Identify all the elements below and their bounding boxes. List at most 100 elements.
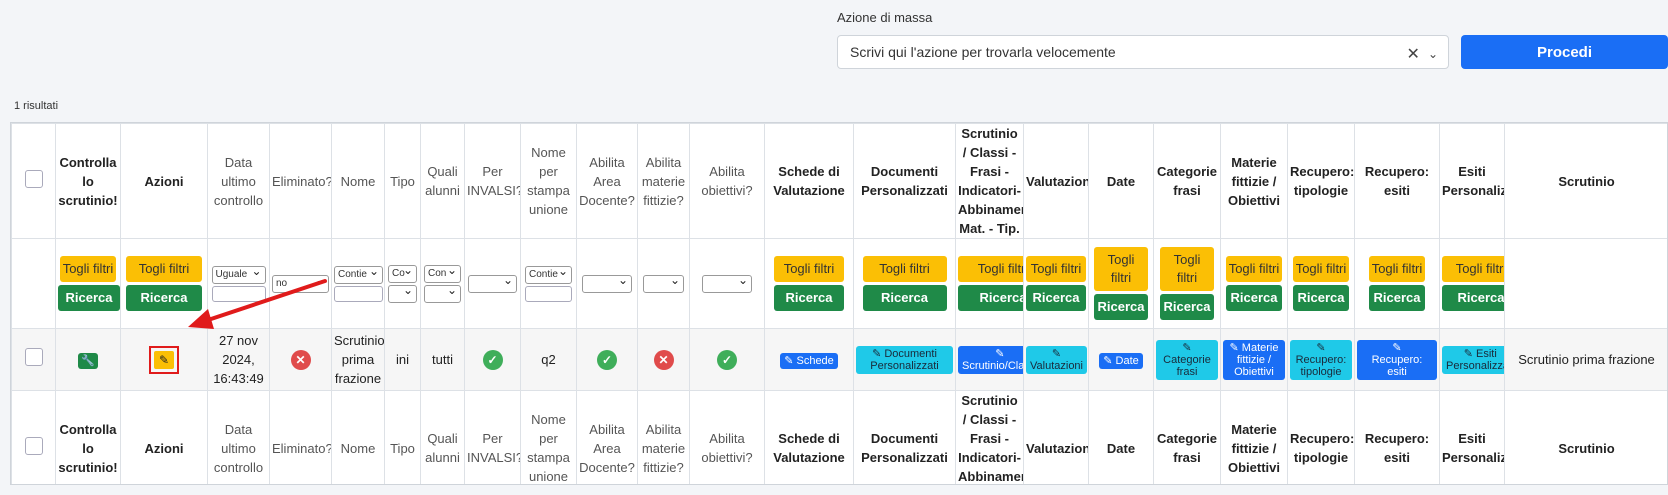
col-header[interactable]: Controlla lo scrutinio! <box>55 123 121 239</box>
col-header[interactable]: Eliminato? <box>269 123 332 239</box>
area-docente-select[interactable] <box>582 272 632 293</box>
col-footer[interactable]: Recupero: tipologie <box>1287 390 1355 484</box>
mass-action-select[interactable]: Scrivi qui l'azione per trovarla velocem… <box>837 35 1449 69</box>
search-button[interactable]: Ricerca <box>1026 285 1086 311</box>
col-footer[interactable]: Quali alunni <box>420 390 465 484</box>
invalsi-select[interactable] <box>468 272 517 293</box>
filter-cell: Togli filtri Ricerca <box>1023 238 1089 329</box>
col-footer[interactable]: Eliminato? <box>269 390 332 484</box>
footer-checkbox[interactable] <box>24 436 43 455</box>
clear-filters-button[interactable]: Togli filtri <box>1442 256 1504 282</box>
col-header[interactable]: Data ultimo controllo <box>207 123 270 239</box>
col-header[interactable]: Recupero: tipologie <box>1287 123 1355 239</box>
col-footer[interactable]: Documenti Personalizzati <box>853 390 956 484</box>
search-button[interactable]: Ricerca <box>1369 285 1425 311</box>
col-footer[interactable]: Controlla lo scrutinio! <box>55 390 121 484</box>
col-header[interactable]: Nome per stampa unione <box>520 123 577 239</box>
search-button[interactable]: Ricerca <box>774 285 844 311</box>
col-footer[interactable]: Data ultimo controllo <box>207 390 270 484</box>
col-header[interactable]: Abilita materie fittizie? <box>637 123 690 239</box>
materie-button[interactable]: ✎ Materie fittizie / Obiettivi <box>1223 339 1285 380</box>
col-header[interactable]: Tipo <box>384 123 421 239</box>
valutazioni-button[interactable]: ✎ Valutazioni <box>1026 345 1087 374</box>
col-footer[interactable]: Scrutinio <box>1504 390 1667 484</box>
documenti-button[interactable]: ✎ Documenti Personalizzati <box>856 345 953 374</box>
col-footer[interactable]: Nome <box>331 390 385 484</box>
clear-filters-button[interactable]: Togli filtri <box>1026 256 1086 282</box>
col-footer[interactable]: Scrutinio / Classi - Frasi - Indicatori-… <box>955 390 1024 484</box>
col-header[interactable]: Nome <box>331 123 385 239</box>
search-button[interactable]: Ricerca <box>1442 285 1504 311</box>
tipo-operator-select[interactable]: Co <box>388 262 417 283</box>
clear-filters-button[interactable]: Togli filtri <box>1226 256 1282 282</box>
search-button[interactable]: Ricerca <box>1226 285 1282 311</box>
col-header[interactable]: Schede di Valutazione <box>764 123 854 239</box>
chevron-down-icon[interactable]: ⌄ <box>1428 47 1438 61</box>
clear-filters-button[interactable]: Togli filtri <box>862 256 947 282</box>
nome-input[interactable] <box>334 285 383 302</box>
col-header[interactable]: Date <box>1088 123 1154 239</box>
proceed-button[interactable]: Procedi <box>1461 35 1668 69</box>
quali-alunni-operator-select[interactable]: Con <box>424 262 461 283</box>
date-button[interactable]: ✎ Date <box>1099 353 1143 369</box>
col-header[interactable]: Per INVALSI? <box>464 123 521 239</box>
col-header[interactable]: Esiti Personalizzati <box>1439 123 1505 239</box>
col-footer[interactable]: Recupero: esiti <box>1354 390 1440 484</box>
col-footer[interactable]: Date <box>1088 390 1154 484</box>
rec-esiti-button[interactable]: ✎ Recupero: esiti <box>1357 339 1437 380</box>
wrench-icon[interactable]: 🔧 <box>78 353 98 369</box>
categorie-button[interactable]: ✎ Categorie frasi <box>1156 339 1218 380</box>
clear-filters-button[interactable]: Togli filtri <box>958 256 1023 282</box>
search-button[interactable]: Ricerca <box>58 285 120 311</box>
clear-filters-button[interactable]: Togli filtri <box>60 256 116 282</box>
tipo-value-select[interactable] <box>388 282 417 303</box>
col-header[interactable]: Abilita Area Docente? <box>576 123 638 239</box>
col-header[interactable]: Recupero: esiti <box>1354 123 1440 239</box>
quali-alunni-value-select[interactable] <box>424 282 461 303</box>
clear-filters-button[interactable]: Togli filtri <box>774 256 844 282</box>
col-footer[interactable]: Esiti Personalizzati <box>1439 390 1505 484</box>
close-icon[interactable]: ✕ <box>1407 44 1420 64</box>
rec-tipologie-button[interactable]: ✎ Recupero: tipologie <box>1290 339 1352 380</box>
search-button[interactable]: Ricerca <box>958 285 1023 311</box>
edit-icon[interactable]: ✎ <box>154 350 174 369</box>
col-footer[interactable]: Valutazioni <box>1023 390 1089 484</box>
clear-filters-button[interactable]: Togli filtri <box>1160 247 1214 291</box>
col-header[interactable]: Quali alunni <box>420 123 465 239</box>
materie-fittizie-select[interactable] <box>643 272 684 293</box>
search-button[interactable]: Ricerca <box>1160 294 1214 320</box>
select-all-checkbox[interactable] <box>24 169 43 188</box>
col-footer[interactable]: Abilita materie fittizie? <box>637 390 690 484</box>
nome-stampa-input[interactable] <box>525 285 572 302</box>
col-footer[interactable]: Per INVALSI? <box>464 390 521 484</box>
obiettivi-select[interactable] <box>702 272 752 293</box>
col-footer[interactable]: Categorie frasi <box>1153 390 1221 484</box>
clear-filters-button[interactable]: Togli filtri <box>1293 256 1349 282</box>
search-button[interactable]: Ricerca <box>1293 285 1349 311</box>
row-checkbox[interactable] <box>24 348 43 366</box>
nome-operator-select[interactable]: Contie <box>334 263 383 284</box>
col-header[interactable]: Scrutinio / Classi - Frasi - Indicatori-… <box>955 123 1024 239</box>
esiti-button[interactable]: ✎ Esiti Personalizzati <box>1442 345 1504 374</box>
col-footer[interactable]: Nome per stampa unione <box>520 390 577 484</box>
scrutinio-classi-button[interactable]: ✎Scrutinio/Classi <box>958 345 1023 374</box>
col-footer[interactable]: Abilita Area Docente? <box>576 390 638 484</box>
col-header[interactable]: Scrutinio <box>1504 123 1667 239</box>
col-footer[interactable]: Materie fittizie / Obiettivi <box>1220 390 1288 484</box>
col-header[interactable]: Categorie frasi <box>1153 123 1221 239</box>
col-header[interactable]: Azioni <box>120 123 208 239</box>
nome-stampa-operator-select[interactable]: Contie <box>525 263 572 284</box>
col-footer[interactable]: Schede di Valutazione <box>764 390 854 484</box>
col-footer[interactable]: Abilita obiettivi? <box>689 390 765 484</box>
col-header[interactable]: Valutazioni <box>1023 123 1089 239</box>
col-header[interactable]: Documenti Personalizzati <box>853 123 956 239</box>
clear-filters-button[interactable]: Togli filtri <box>1094 247 1148 291</box>
col-footer[interactable]: Tipo <box>384 390 421 484</box>
col-header[interactable]: Materie fittizie / Obiettivi <box>1220 123 1288 239</box>
col-header[interactable]: Abilita obiettivi? <box>689 123 765 239</box>
schede-button[interactable]: ✎ Schede <box>780 353 838 369</box>
search-button[interactable]: Ricerca <box>1094 294 1148 320</box>
clear-filters-button[interactable]: Togli filtri <box>1369 256 1425 282</box>
col-footer[interactable]: Azioni <box>120 390 208 484</box>
search-button[interactable]: Ricerca <box>862 285 947 311</box>
